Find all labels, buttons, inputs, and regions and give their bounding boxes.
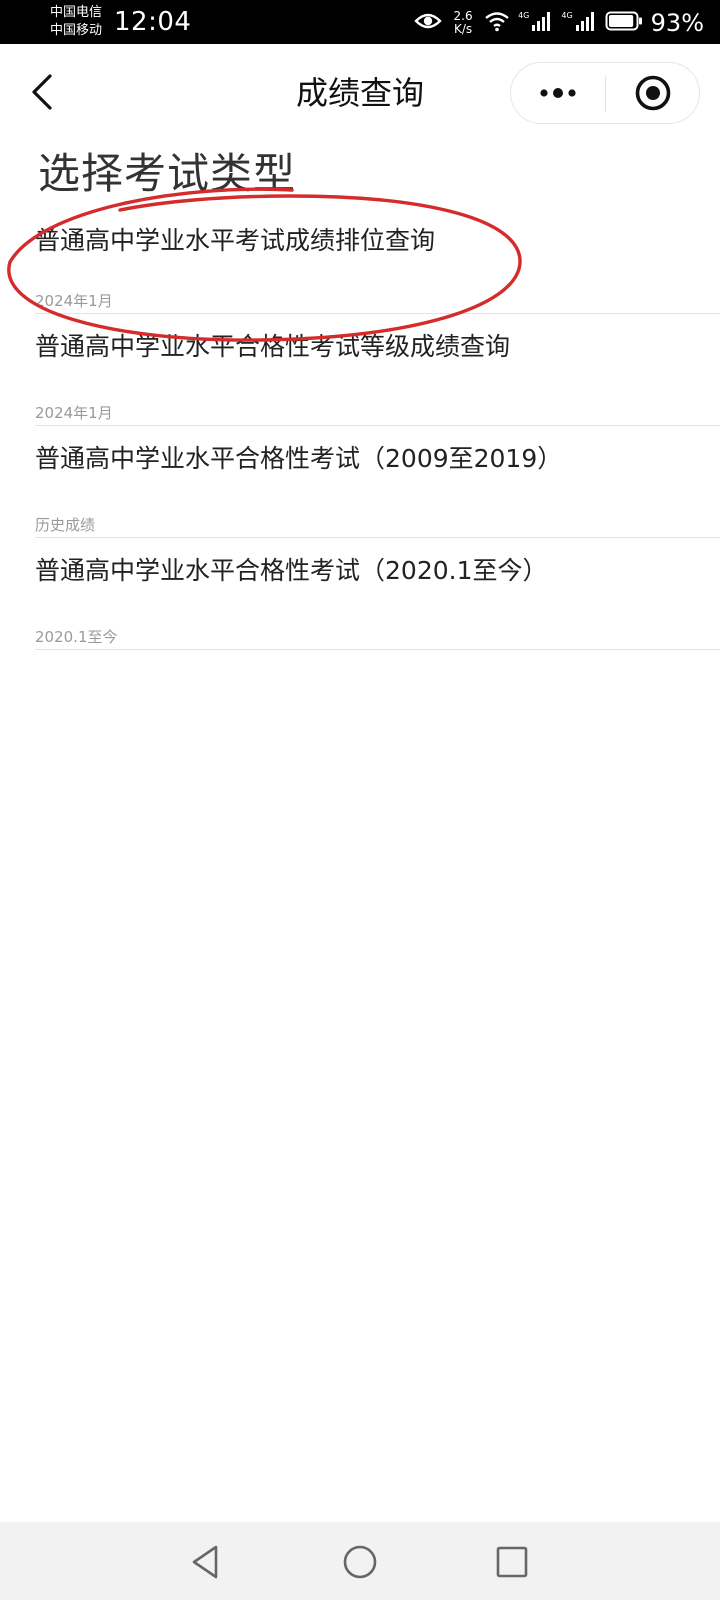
list-item-title: 普通高中学业水平合格性考试等级成绩查询 (35, 332, 511, 361)
clock: 12:04 (114, 7, 192, 37)
list-item-subtitle: 2020.1至今 (35, 628, 118, 646)
triangle-back-icon (192, 1545, 218, 1579)
status-icons: 2.6 K/s 4G 4G 93% (414, 8, 704, 38)
list-item-subtitle: 2024年1月 (35, 404, 113, 422)
carrier-2: 中国移动 (50, 23, 103, 38)
signal-icon-2 (575, 10, 597, 36)
network-type-2: 4G (561, 10, 573, 20)
list-item-subtitle: 历史成绩 (35, 516, 96, 534)
list-item-subtitle: 2024年1月 (35, 292, 113, 310)
circle-home-icon (343, 1545, 377, 1579)
list-item-2020-to-now[interactable]: 普通高中学业水平合格性考试（2020.1至今） 2020.1至今 (35, 538, 720, 650)
speed-unit: K/s (453, 22, 473, 36)
status-bar: 中国电信 中国移动 12:04 2.6 K/s 4G 4G 93% (0, 0, 720, 44)
section-title: 选择考试类型 (38, 149, 297, 198)
battery-fill (608, 15, 633, 27)
battery-percent: 93% (650, 9, 704, 37)
list-item-title: 普通高中学业水平合格性考试（2009至2019） (35, 444, 563, 473)
close-mini-program-button[interactable] (606, 63, 700, 123)
target-circle-icon (635, 75, 671, 111)
mini-program-capsule (510, 62, 700, 124)
list-item-title: 普通高中学业水平考试成绩排位查询 (35, 226, 436, 255)
network-speed: 2.6 K/s (450, 10, 476, 36)
more-button[interactable] (511, 63, 605, 123)
system-back-button[interactable] (180, 1536, 232, 1588)
list-item-exam-ranking[interactable]: 普通高中学业水平考试成绩排位查询 2024年1月 (35, 220, 720, 314)
list-item-history-2009-2019[interactable]: 普通高中学业水平合格性考试（2009至2019） 历史成绩 (35, 426, 720, 538)
exam-type-list: 普通高中学业水平考试成绩排位查询 2024年1月 普通高中学业水平合格性考试等级… (35, 220, 720, 650)
carrier-1: 中国电信 (50, 5, 103, 20)
system-recents-button[interactable] (486, 1536, 538, 1588)
list-item-title: 普通高中学业水平合格性考试（2020.1至今） (35, 556, 548, 585)
carrier-labels: 中国电信 中国移动 (50, 4, 102, 40)
network-type-1: 4G (518, 10, 530, 20)
signal-icon-1 (531, 10, 553, 36)
system-nav-bar (0, 1522, 720, 1600)
battery-icon (605, 10, 643, 36)
square-recents-icon (496, 1546, 528, 1578)
nav-bar: 成绩查询 (0, 44, 720, 140)
eye-icon (414, 11, 442, 35)
wifi-icon (484, 10, 510, 36)
more-dots-icon (540, 88, 576, 98)
list-item-qualification-grade[interactable]: 普通高中学业水平合格性考试等级成绩查询 2024年1月 (35, 314, 720, 426)
system-home-button[interactable] (334, 1536, 386, 1588)
